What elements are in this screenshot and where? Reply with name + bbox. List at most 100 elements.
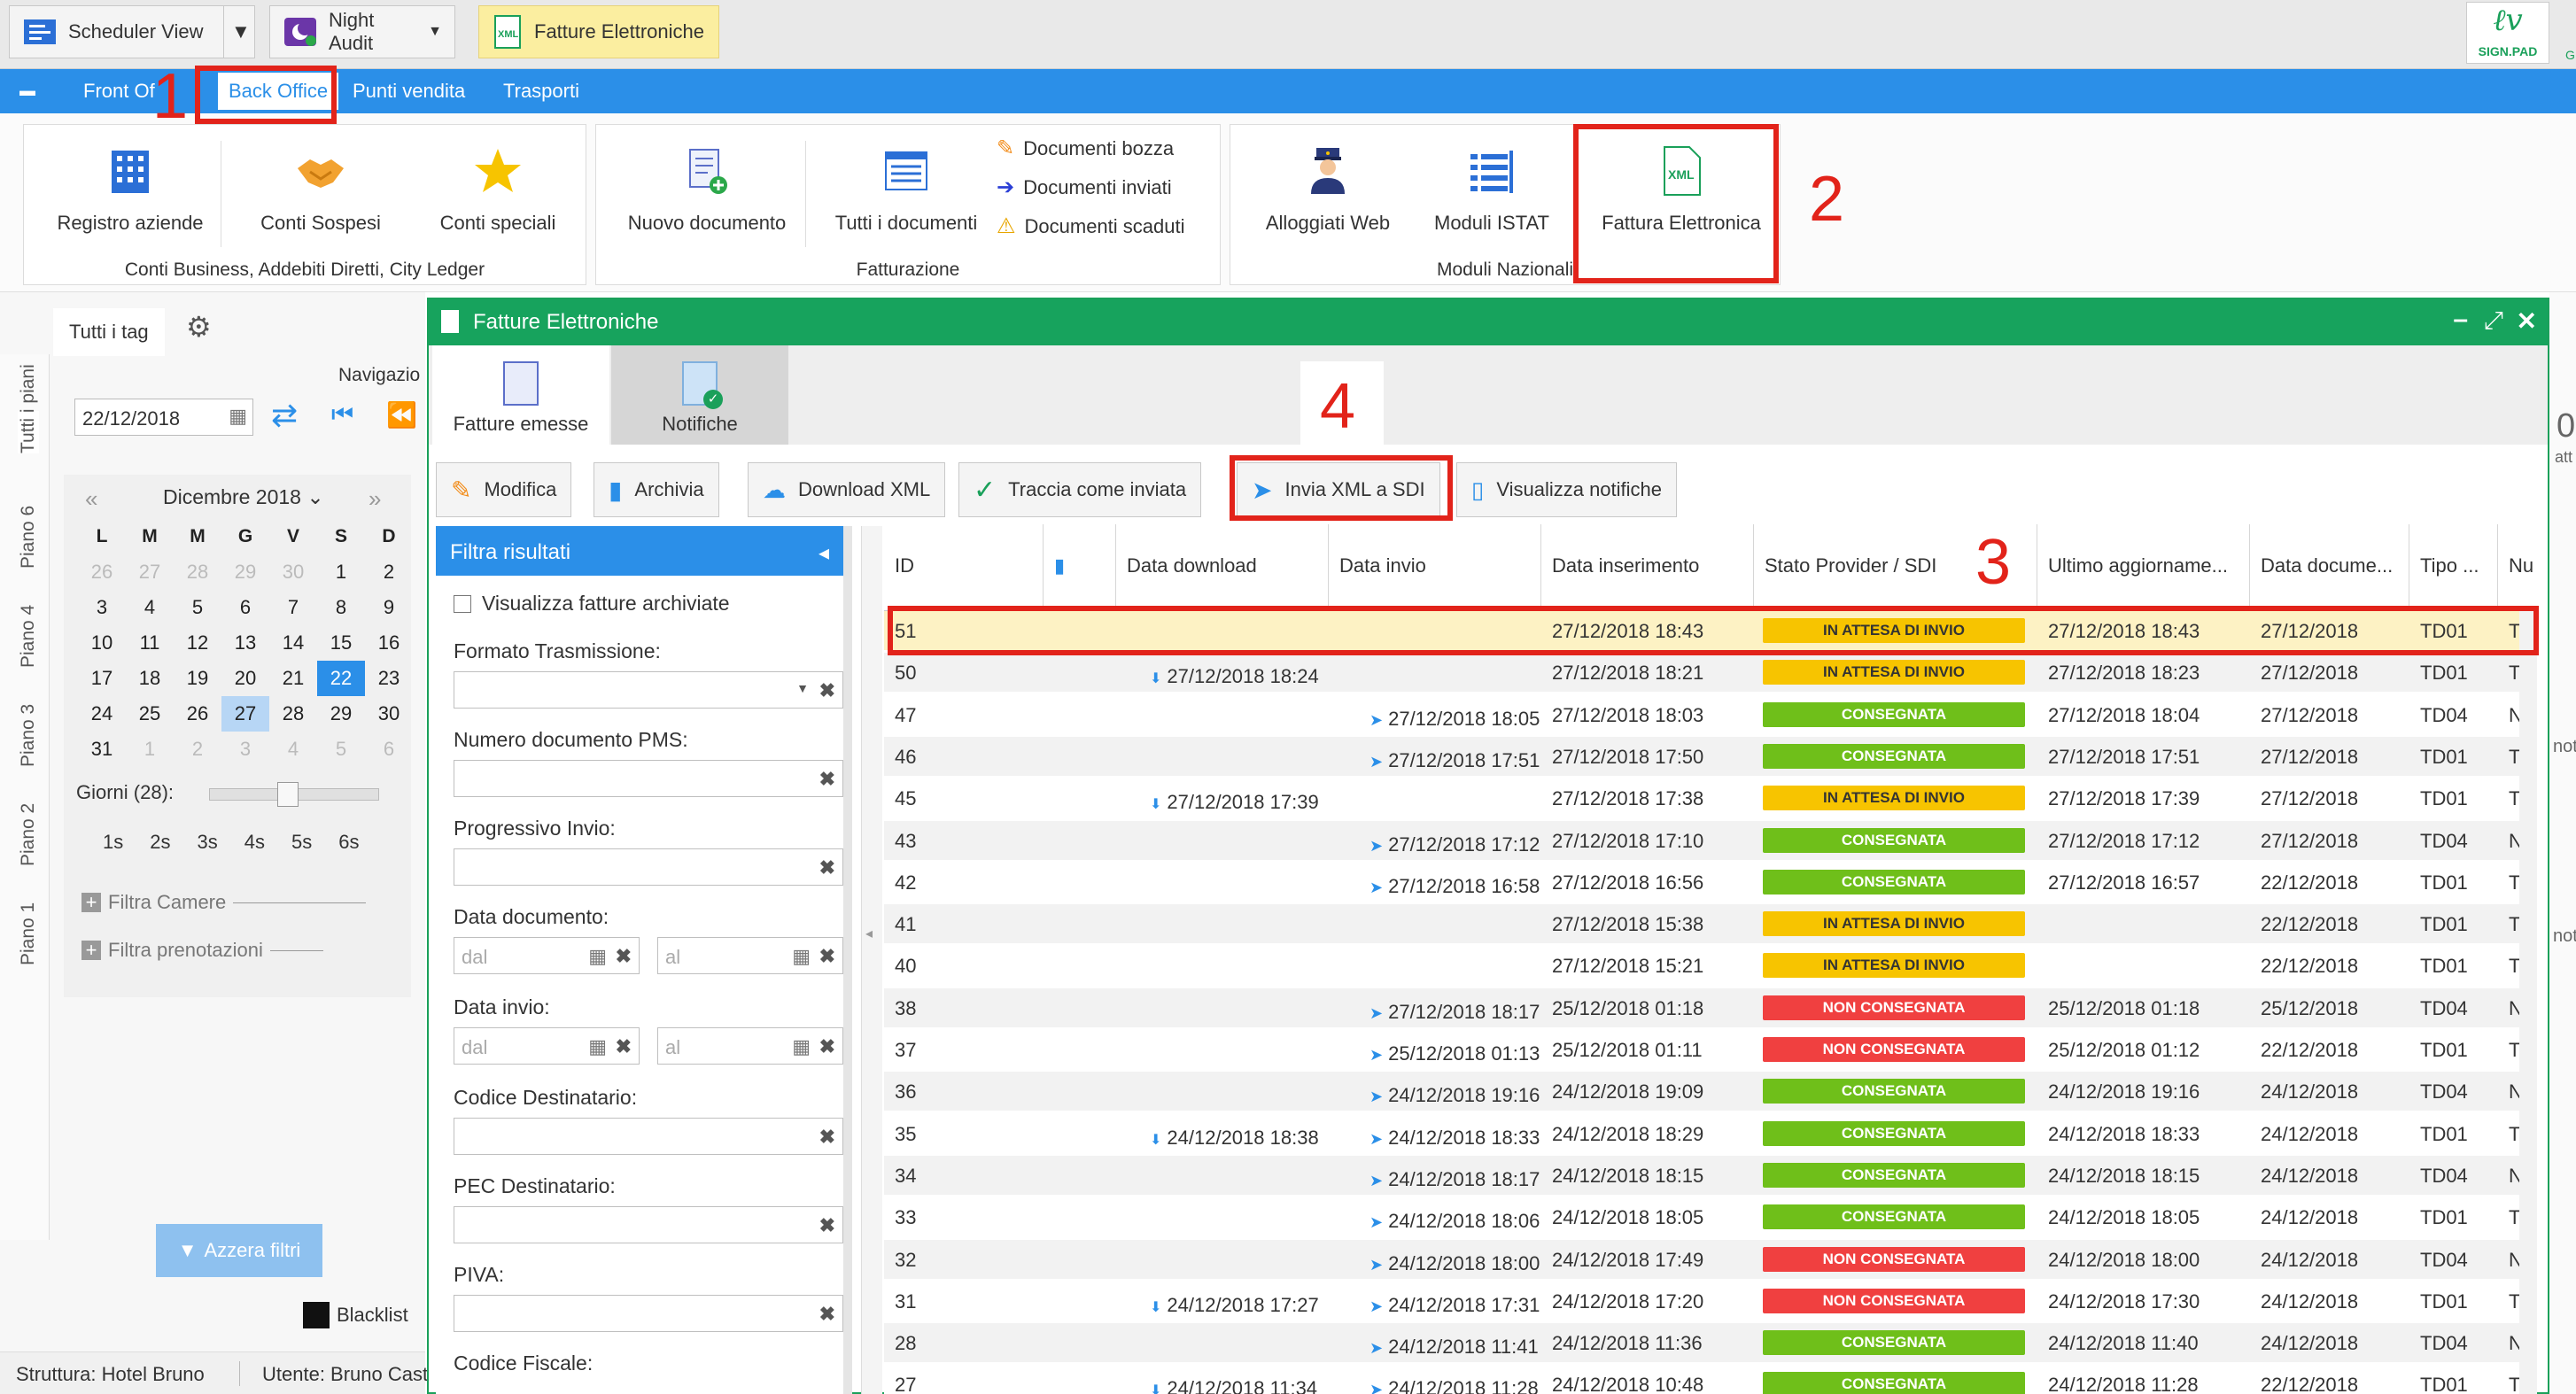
table-row[interactable]: 45 ⬇ 27/12/2018 17:39 27/12/2018 17:38 IN AT… — [884, 778, 2537, 818]
calendar-day[interactable]: 8 — [317, 590, 365, 625]
prev-page-icon[interactable]: ⏪ — [386, 400, 417, 430]
cal-month[interactable]: Dicembre 2018 ⌄ — [163, 485, 324, 509]
table-row[interactable]: 34 ➤ 24/12/2018 18:17 24/12/2018 18:15 CONSE… — [884, 1155, 2537, 1195]
pec-input[interactable]: ✖ — [454, 1206, 843, 1243]
data-documento-dal[interactable]: dal ▦ ✖ — [454, 937, 640, 974]
table-row[interactable]: 50 ⬇ 27/12/2018 18:24 27/12/2018 18:21 IN AT… — [884, 653, 2537, 693]
tag-tab[interactable]: Tutti i tag — [53, 308, 165, 356]
speed-1s[interactable]: 1s — [103, 831, 123, 854]
table-row[interactable]: 43 ➤ 27/12/2018 17:12 27/12/2018 17:10 CONSE… — [884, 820, 2537, 860]
calendar-day[interactable]: 22 — [317, 661, 365, 696]
calendar-day[interactable]: 1 — [317, 554, 365, 590]
col-data-download[interactable]: Data download — [1116, 524, 1329, 611]
calendar-day[interactable]: 7 — [269, 590, 317, 625]
clear-icon[interactable]: ✖ — [819, 856, 835, 879]
date-input[interactable]: 22/12/2018 ▦ — [74, 399, 253, 436]
grid-scrollbar[interactable] — [2519, 611, 2537, 1394]
speed-3s[interactable]: 3s — [198, 831, 218, 854]
calendar-day[interactable]: 6 — [221, 590, 269, 625]
splitter-handle[interactable]: ◂ — [861, 526, 882, 1394]
signpad-button[interactable]: ℓv SIGN.PAD — [2466, 2, 2549, 64]
formato-select[interactable]: ▼ ✖ — [454, 671, 843, 709]
speed-6s[interactable]: 6s — [338, 831, 359, 854]
calendar-day[interactable]: 29 — [221, 554, 269, 590]
col-ultimo-aggiornamento[interactable]: Ultimo aggiorname... — [2037, 524, 2250, 611]
traccia-inviata-button[interactable]: ✓ Traccia come inviata — [958, 462, 1202, 517]
calendar-icon[interactable]: ▦ — [588, 945, 607, 968]
calendar-day[interactable]: 21 — [269, 661, 317, 696]
tab-notifiche[interactable]: ✓ Notifiche — [611, 345, 788, 445]
col-data-documento[interactable]: Data docume... — [2250, 524, 2409, 611]
cal-prev-icon[interactable]: « — [85, 485, 97, 513]
calendar-day[interactable]: 16 — [365, 625, 413, 661]
calendar-day[interactable]: 27 — [126, 554, 174, 590]
table-row[interactable]: 47 ➤ 27/12/2018 18:05 27/12/2018 18:03 CONSE… — [884, 694, 2537, 734]
calendar-day[interactable]: 1 — [126, 732, 174, 767]
table-row[interactable]: 41 27/12/2018 15:38 IN ATTESA DI INVIO 22/1… — [884, 904, 2537, 944]
menu-front-office[interactable]: Front Of — [83, 80, 155, 103]
giorni-slider[interactable] — [209, 782, 379, 807]
modifica-button[interactable]: ✎ Modifica — [436, 462, 572, 517]
calendar-day[interactable]: 17 — [78, 661, 126, 696]
table-row[interactable]: 28 ➤ 24/12/2018 11:41 24/12/2018 11:36 CONSE… — [884, 1323, 2537, 1363]
calendar-day[interactable]: 25 — [126, 696, 174, 732]
table-row[interactable]: 31 ⬇ 24/12/2018 17:27 ➤ 24/12/2018 17:31 24/1… — [884, 1281, 2537, 1320]
calendar-day[interactable]: 2 — [174, 732, 221, 767]
nuovo-documento-button[interactable]: Nuovo documento — [605, 143, 809, 235]
menu-punti-vendita[interactable]: Punti vendita — [353, 80, 465, 103]
clear-icon[interactable]: ✖ — [819, 768, 835, 791]
clear-icon[interactable]: ✖ — [616, 945, 632, 968]
archiviate-checkbox[interactable]: Visualizza fatture archiviate — [454, 592, 730, 616]
col-download-indicator[interactable]: ▮ — [1044, 524, 1116, 611]
table-row[interactable]: 35 ⬇ 24/12/2018 18:38 ➤ 24/12/2018 18:33 24/1… — [884, 1113, 2537, 1153]
visualizza-notifiche-button[interactable]: ▯ Visualizza notifiche — [1456, 462, 1678, 517]
calendar-day[interactable]: 2 — [365, 554, 413, 590]
documenti-inviati-button[interactable]: ➔ Documenti inviati — [997, 174, 1172, 200]
table-row[interactable]: 38 ➤ 27/12/2018 18:17 25/12/2018 01:18 NON C… — [884, 987, 2537, 1027]
calendar-day[interactable]: 11 — [126, 625, 174, 661]
menu-back-office[interactable]: Back Office — [218, 73, 339, 110]
cal-next-icon[interactable]: » — [369, 485, 381, 513]
blacklist-toggle[interactable]: Blacklist — [303, 1302, 408, 1328]
calendar-day[interactable]: 28 — [174, 554, 221, 590]
calendar-day[interactable]: 5 — [174, 590, 221, 625]
speed-5s[interactable]: 5s — [291, 831, 312, 854]
numero-input[interactable]: ✖ — [454, 760, 843, 797]
table-row[interactable]: 32 ➤ 24/12/2018 18:00 24/12/2018 17:49 NON C… — [884, 1239, 2537, 1279]
table-row[interactable]: 46 ➤ 27/12/2018 17:51 27/12/2018 17:50 CONSE… — [884, 736, 2537, 776]
moduli-istat-button[interactable]: Moduli ISTAT — [1408, 143, 1576, 235]
minimize-icon[interactable]: – — [2453, 305, 2468, 335]
conti-speciali-button[interactable]: Conti speciali — [414, 143, 582, 235]
table-row[interactable]: 27 ⬇ 24/12/2018 11:34 ➤ 24/12/2018 11:28 24/1… — [884, 1365, 2537, 1394]
slider-handle[interactable] — [277, 782, 299, 807]
calendar-day[interactable]: 6 — [365, 732, 413, 767]
calendar-day[interactable]: 26 — [78, 554, 126, 590]
calendar-day[interactable]: 18 — [126, 661, 174, 696]
gear-icon[interactable]: ⚙ — [186, 310, 212, 344]
speed-2s[interactable]: 2s — [150, 831, 170, 854]
calendar-day[interactable]: 14 — [269, 625, 317, 661]
conti-sospesi-button[interactable]: Conti Sospesi — [237, 143, 405, 235]
calendar-day[interactable]: 3 — [78, 590, 126, 625]
calendar-day[interactable]: 28 — [269, 696, 317, 732]
azzera-filtri-button[interactable]: ▼ Azzera filtri — [156, 1224, 322, 1277]
clear-icon[interactable]: ✖ — [819, 1303, 835, 1326]
filtra-camere-toggle[interactable]: + Filtra Camere — [81, 891, 367, 914]
tutti-documenti-button[interactable]: Tutti i documenti — [818, 143, 995, 235]
invia-xml-sdi-button[interactable]: ➤ Invia XML a SDI — [1237, 462, 1440, 517]
progressivo-input[interactable]: ✖ — [454, 848, 843, 886]
calendar-day[interactable]: 29 — [317, 696, 365, 732]
night-audit-button[interactable]: Night Audit ▼ — [269, 5, 455, 58]
piva-input[interactable]: ✖ — [454, 1295, 843, 1332]
vtab-piano-4[interactable]: Piano 4 — [18, 605, 39, 668]
col-data-inserimento[interactable]: Data inserimento — [1541, 524, 1754, 611]
first-page-icon[interactable]: ⏮ — [331, 400, 353, 430]
data-invio-al[interactable]: al ▦ ✖ — [657, 1027, 843, 1065]
calendar-day[interactable]: 30 — [269, 554, 317, 590]
data-invio-dal[interactable]: dal ▦ ✖ — [454, 1027, 640, 1065]
vtab-piano-2[interactable]: Piano 2 — [18, 803, 39, 866]
menu-trasporti[interactable]: Trasporti — [503, 80, 579, 103]
clear-icon[interactable]: ✖ — [616, 1035, 632, 1058]
vtab-piano-3[interactable]: Piano 3 — [18, 704, 39, 767]
checkbox-box[interactable] — [454, 594, 471, 613]
